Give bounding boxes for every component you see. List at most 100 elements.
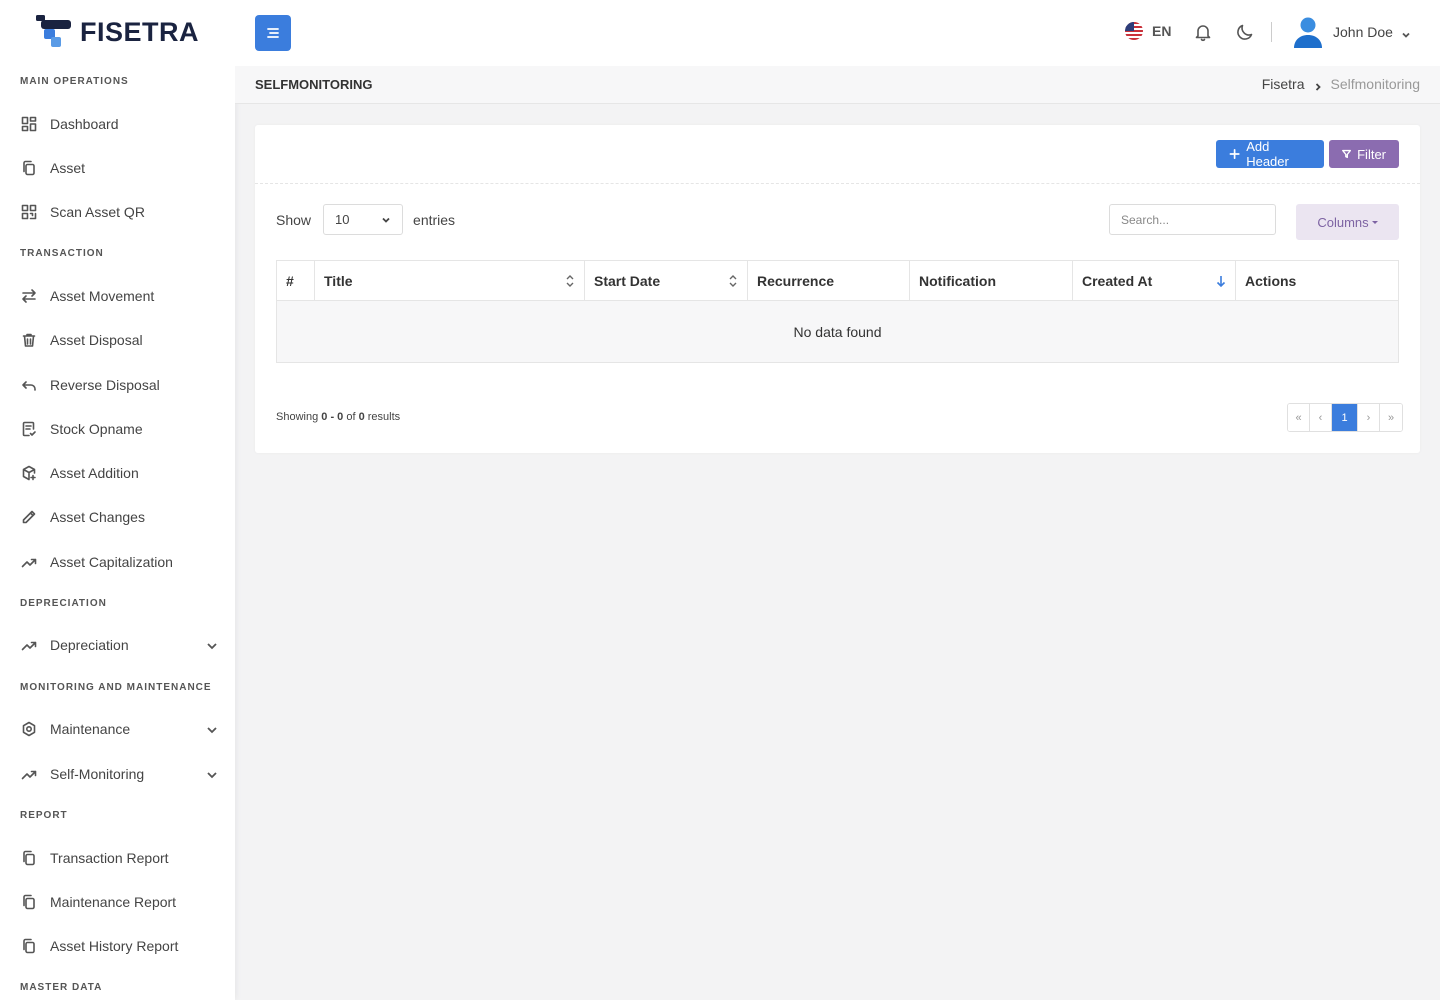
selfmonitoring-card: Add Header Filter Show 10 entries Column… (255, 125, 1420, 453)
columns-button[interactable]: Columns (1296, 204, 1399, 240)
column-label: Created At (1082, 273, 1153, 289)
caret-down-icon (1371, 220, 1378, 224)
brand-logo[interactable]: FISETRA (0, 0, 235, 64)
sidebar-item-transaction-report[interactable]: Transaction Report (20, 844, 220, 872)
showing-prefix: Showing (276, 411, 322, 423)
sidebar-item-asset[interactable]: Asset (20, 154, 220, 182)
sidebar-item-label: Asset Movement (50, 288, 155, 304)
arrows-swap-icon (20, 287, 38, 305)
sort-icon (565, 274, 575, 288)
hexagon-gear-icon (20, 720, 38, 738)
trash-icon (20, 331, 38, 349)
add-header-label: Add Header (1246, 139, 1289, 169)
language-selector[interactable]: EN (1125, 22, 1171, 40)
sidebar-item-asset-addition[interactable]: Asset Addition (20, 459, 220, 487)
chevron-down-icon (206, 768, 218, 780)
clipboard-check-icon (20, 420, 38, 438)
column-header-created-at[interactable]: Created At (1073, 261, 1236, 301)
menu-toggle-button[interactable] (255, 15, 291, 51)
filter-icon (1342, 149, 1352, 159)
page-size-value: 10 (335, 212, 350, 227)
sidebar-item-dashboard[interactable]: Dashboard (20, 110, 220, 138)
filter-button[interactable]: Filter (1329, 140, 1399, 168)
section-main-operations: MAIN OPERATIONS (20, 76, 129, 87)
show-label: Show (276, 211, 312, 228)
section-report: REPORT (20, 810, 68, 821)
column-header-title[interactable]: Title (315, 261, 585, 301)
section-transaction: TRANSACTION (20, 248, 104, 259)
sidebar-item-reverse-disposal[interactable]: Reverse Disposal (20, 371, 220, 399)
copy-icon (20, 937, 38, 955)
prev-page-button[interactable]: ‹ (1310, 404, 1332, 431)
sort-icon (728, 274, 738, 288)
pagination: « ‹ 1 › » (1287, 403, 1403, 432)
sidebar-item-asset-capitalization[interactable]: Asset Capitalization (20, 548, 220, 576)
section-master-data: MASTER DATA (20, 982, 103, 993)
sidebar-item-maintenance-report[interactable]: Maintenance Report (20, 888, 220, 916)
sidebar-item-stock-opname[interactable]: Stock Opname (20, 415, 220, 443)
sidebar-item-asset-history-report[interactable]: Asset History Report (20, 932, 220, 960)
us-flag-icon (1125, 22, 1143, 40)
trending-up-icon (20, 553, 38, 571)
column-header-recurrence[interactable]: Recurrence (748, 261, 910, 301)
column-header-actions: Actions (1236, 261, 1398, 301)
header-divider (1271, 22, 1272, 42)
user-menu[interactable]: John Doe (1293, 16, 1411, 48)
column-header-number: # (277, 261, 315, 301)
column-label: Start Date (594, 273, 661, 289)
copy-icon (20, 893, 38, 911)
search-input[interactable] (1109, 204, 1276, 235)
avatar (1293, 16, 1323, 48)
box-plus-icon (20, 464, 38, 482)
sidebar-item-label: Stock Opname (50, 421, 143, 437)
notification-bell-icon[interactable] (1193, 22, 1213, 42)
column-label: Actions (1245, 273, 1297, 289)
sidebar-item-label: Transaction Report (50, 850, 169, 866)
sidebar-item-maintenance[interactable]: Maintenance (20, 715, 220, 743)
sidebar-item-label: Asset Changes (50, 509, 145, 525)
sidebar-item-asset-disposal[interactable]: Asset Disposal (20, 326, 220, 354)
dashboard-icon (20, 115, 38, 133)
breadcrumb-home-link[interactable]: Fisetra (1262, 76, 1305, 92)
sidebar-item-self-monitoring[interactable]: Self-Monitoring (20, 760, 220, 788)
table-header: # Title Start Date Recurrence Notificati… (277, 261, 1398, 301)
sidebar-item-depreciation[interactable]: Depreciation (20, 631, 220, 659)
chevron-right-icon (1313, 79, 1323, 91)
page-header: SELFMONITORING Fisetra Selfmonitoring (235, 66, 1440, 104)
sidebar-item-scan-asset-qr[interactable]: Scan Asset QR (20, 198, 220, 226)
sidebar-item-label: Maintenance (50, 721, 131, 737)
column-header-notification[interactable]: Notification (910, 261, 1073, 301)
sidebar-item-asset-movement[interactable]: Asset Movement (20, 282, 220, 310)
next-page-button[interactable]: › (1358, 404, 1380, 431)
section-monitoring-maintenance: MONITORING AND MAINTENANCE (20, 682, 212, 693)
last-page-button[interactable]: » (1380, 404, 1402, 431)
showing-range: 0 - 0 (321, 411, 344, 423)
sidebar: FISETRA MAIN OPERATIONS Dashboard Asset … (0, 0, 235, 1000)
fisetra-logo-icon (36, 15, 72, 49)
copy-icon (20, 159, 38, 177)
column-label: Recurrence (757, 273, 835, 289)
sidebar-item-asset-changes[interactable]: Asset Changes (20, 503, 220, 531)
column-header-start-date[interactable]: Start Date (585, 261, 748, 301)
chevron-down-icon (382, 217, 390, 223)
section-depreciation: DEPRECIATION (20, 598, 107, 609)
column-label: Notification (919, 273, 996, 289)
first-page-button[interactable]: « (1288, 404, 1310, 431)
filter-label: Filter (1357, 146, 1386, 162)
qr-icon (20, 203, 38, 221)
add-header-button[interactable]: Add Header (1216, 139, 1324, 169)
card-header: Add Header Filter (255, 125, 1420, 184)
page-1-button[interactable]: 1 (1332, 404, 1358, 431)
user-name: John Doe (1333, 24, 1393, 40)
showing-of: of (343, 411, 359, 423)
chevron-down-icon (206, 639, 218, 651)
page-size-select[interactable]: 10 (323, 204, 404, 235)
trending-up-icon (20, 636, 38, 654)
sidebar-item-label: Self-Monitoring (50, 766, 145, 782)
sidebar-item-label: Asset Disposal (50, 332, 143, 348)
topbar: EN John Doe (235, 0, 1440, 66)
sidebar-item-label: Asset (50, 160, 86, 176)
sidebar-item-label: Maintenance Report (50, 894, 177, 910)
brand-name: FISETRA (80, 16, 200, 47)
dark-mode-moon-icon[interactable] (1235, 22, 1255, 42)
